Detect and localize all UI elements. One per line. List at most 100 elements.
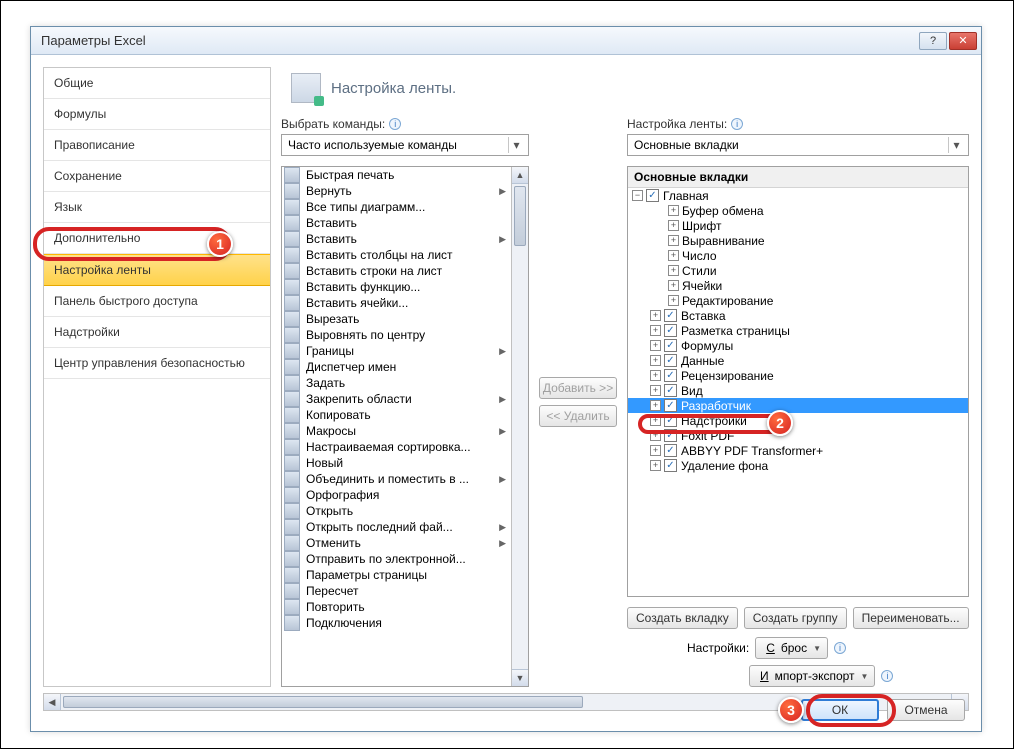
list-item[interactable]: Вырезать (282, 311, 511, 327)
tree-row[interactable]: +Ячейки (628, 278, 968, 293)
choose-commands-combo[interactable]: Часто используемые команды ▾ (281, 134, 529, 156)
list-item[interactable]: Орфография (282, 487, 511, 503)
list-item[interactable]: Открыть (282, 503, 511, 519)
close-button[interactable]: ✕ (949, 32, 977, 50)
expand-icon[interactable]: + (650, 445, 661, 456)
list-item[interactable]: Задать (282, 375, 511, 391)
sidebar-item[interactable]: Формулы (44, 99, 270, 130)
expand-icon[interactable]: + (668, 250, 679, 261)
checkbox[interactable]: ✓ (664, 324, 677, 337)
expand-icon[interactable]: + (650, 370, 661, 381)
expand-icon[interactable]: + (650, 385, 661, 396)
checkbox[interactable]: ✓ (664, 399, 677, 412)
expand-icon[interactable]: + (650, 460, 661, 471)
checkbox[interactable]: ✓ (664, 414, 677, 427)
list-item[interactable]: Открыть последний фай...▶ (282, 519, 511, 535)
checkbox[interactable]: ✓ (664, 354, 677, 367)
sidebar-item[interactable]: Язык (44, 192, 270, 223)
expand-icon[interactable]: + (650, 310, 661, 321)
info-icon[interactable]: i (834, 642, 846, 654)
info-icon[interactable]: i (389, 118, 401, 130)
expand-icon[interactable]: + (668, 220, 679, 231)
tree-row[interactable]: +Буфер обмена (628, 203, 968, 218)
expand-icon[interactable]: + (650, 325, 661, 336)
scroll-down-icon[interactable]: ▼ (512, 669, 528, 686)
list-item[interactable]: Макросы▶ (282, 423, 511, 439)
tree-row[interactable]: +✓Данные (628, 353, 968, 368)
list-item[interactable]: Повторить (282, 599, 511, 615)
sidebar-item[interactable]: Общие (44, 68, 270, 99)
checkbox[interactable]: ✓ (664, 429, 677, 442)
expand-icon[interactable]: + (650, 355, 661, 366)
tree-row[interactable]: +Редактирование (628, 293, 968, 308)
list-item[interactable]: Отправить по электронной... (282, 551, 511, 567)
list-item[interactable]: Отменить▶ (282, 535, 511, 551)
tree-row[interactable]: +Выравнивание (628, 233, 968, 248)
list-item[interactable]: Вернуть▶ (282, 183, 511, 199)
expand-icon[interactable]: + (650, 430, 661, 441)
list-item[interactable]: Вставить▶ (282, 231, 511, 247)
list-item[interactable]: Вставить строки на лист (282, 263, 511, 279)
tree-row[interactable]: +✓Разметка страницы (628, 323, 968, 338)
tree-row[interactable]: −✓Главная (628, 188, 968, 203)
scroll-thumb[interactable] (514, 186, 526, 246)
expand-icon[interactable]: + (650, 415, 661, 426)
list-item[interactable]: Настраиваемая сортировка... (282, 439, 511, 455)
new-tab-button[interactable]: Создать вкладку (627, 607, 738, 629)
import-export-button[interactable]: Импорт-экспорт▼ (749, 665, 875, 687)
help-button[interactable]: ? (919, 32, 947, 50)
scroll-thumb[interactable] (63, 696, 583, 708)
ribbon-combo[interactable]: Основные вкладки ▾ (627, 134, 969, 156)
checkbox[interactable]: ✓ (664, 459, 677, 472)
list-item[interactable]: Все типы диаграмм... (282, 199, 511, 215)
tree-row[interactable]: +✓Вид (628, 383, 968, 398)
list-item[interactable]: Вставить ячейки... (282, 295, 511, 311)
tree-row[interactable]: +✓Надстройки (628, 413, 968, 428)
sidebar-item[interactable]: Надстройки (44, 317, 270, 348)
scrollbar[interactable]: ▲ ▼ (511, 167, 528, 686)
list-item[interactable]: Диспетчер имен (282, 359, 511, 375)
tree-row[interactable]: +✓Foxit PDF (628, 428, 968, 443)
list-item[interactable]: Вставить функцию... (282, 279, 511, 295)
expand-icon[interactable]: + (668, 295, 679, 306)
tree-row[interactable]: +✓Вставка (628, 308, 968, 323)
checkbox[interactable]: ✓ (646, 189, 659, 202)
sidebar-item[interactable]: Правописание (44, 130, 270, 161)
tree-row[interactable]: +Шрифт (628, 218, 968, 233)
commands-list[interactable]: Быстрая печатьВернуть▶Все типы диаграмм.… (282, 167, 511, 686)
list-item[interactable]: Пересчет (282, 583, 511, 599)
tree-row[interactable]: +✓Формулы (628, 338, 968, 353)
checkbox[interactable]: ✓ (664, 339, 677, 352)
checkbox[interactable]: ✓ (664, 384, 677, 397)
expand-icon[interactable]: + (668, 280, 679, 291)
sidebar-item[interactable]: Панель быстрого доступа (44, 286, 270, 317)
sidebar-item[interactable]: Дополнительно (44, 223, 270, 254)
expand-icon[interactable]: + (668, 235, 679, 246)
list-item[interactable]: Вставить (282, 215, 511, 231)
list-item[interactable]: Границы▶ (282, 343, 511, 359)
info-icon[interactable]: i (731, 118, 743, 130)
scroll-left-icon[interactable]: ◀ (44, 694, 61, 710)
checkbox[interactable]: ✓ (664, 309, 677, 322)
list-item[interactable]: Выровнять по центру (282, 327, 511, 343)
tree-row[interactable]: +Стили (628, 263, 968, 278)
scroll-up-icon[interactable]: ▲ (512, 167, 528, 184)
list-item[interactable]: Объединить и поместить в ...▶ (282, 471, 511, 487)
ok-button[interactable]: ОК (801, 699, 879, 721)
tree-row[interactable]: +✓Разработчик (628, 398, 968, 413)
expand-icon[interactable]: + (650, 340, 661, 351)
list-item[interactable]: Новый (282, 455, 511, 471)
list-item[interactable]: Быстрая печать (282, 167, 511, 183)
checkbox[interactable]: ✓ (664, 369, 677, 382)
list-item[interactable]: Закрепить области▶ (282, 391, 511, 407)
tree-row[interactable]: +✓ABBYY PDF Transformer+ (628, 443, 968, 458)
new-group-button[interactable]: Создать группу (744, 607, 847, 629)
sidebar-item[interactable]: Сохранение (44, 161, 270, 192)
add-button[interactable]: Добавить >> (539, 377, 617, 399)
tree-row[interactable]: +✓Удаление фона (628, 458, 968, 473)
sidebar-item[interactable]: Центр управления безопасностью (44, 348, 270, 379)
list-item[interactable]: Вставить столбцы на лист (282, 247, 511, 263)
expand-icon[interactable]: + (668, 205, 679, 216)
sidebar-item[interactable]: Настройка ленты (44, 254, 270, 286)
expand-icon[interactable]: − (632, 190, 643, 201)
